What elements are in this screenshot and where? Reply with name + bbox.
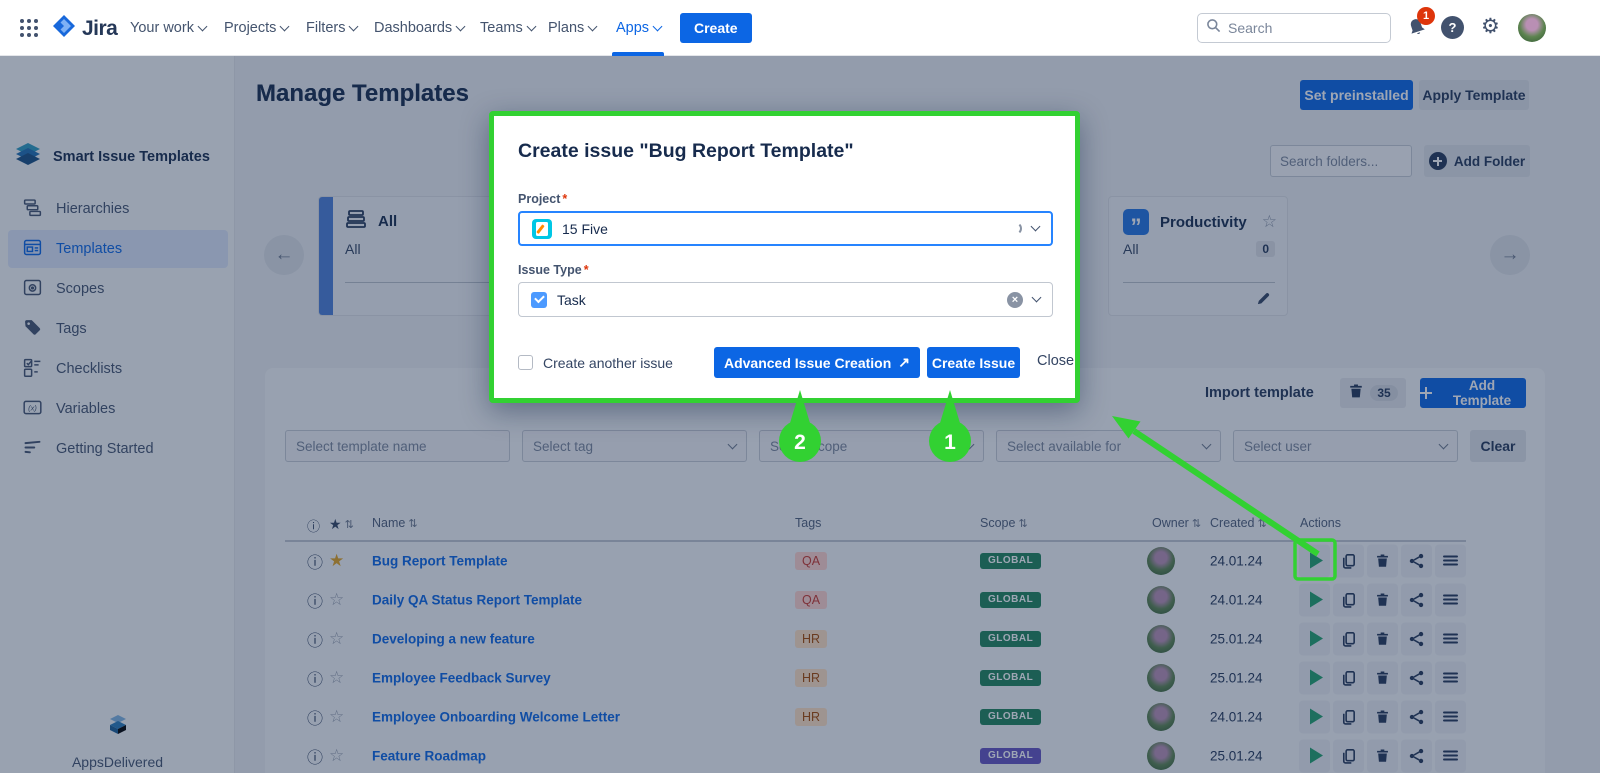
modal-title: Create issue "Bug Report Template" xyxy=(518,140,854,163)
chevron-down-icon xyxy=(198,21,208,31)
create-button[interactable]: Create xyxy=(680,13,752,43)
project-avatar-icon xyxy=(532,219,552,239)
settings-gear-icon[interactable]: ⚙ xyxy=(1481,14,1500,39)
chevron-down-icon xyxy=(1031,222,1041,232)
create-issue-button[interactable]: Create Issue xyxy=(927,347,1020,378)
top-navigation: Jira Your work Projects Filters Dashboar… xyxy=(0,0,1600,56)
chevron-down-icon xyxy=(280,21,290,31)
jira-logo-text: Jira xyxy=(82,17,117,41)
chevron-down-icon xyxy=(456,21,466,31)
search-icon xyxy=(1206,18,1221,38)
jira-logo-icon xyxy=(52,14,76,43)
global-search[interactable] xyxy=(1197,13,1391,43)
nav-apps-active-indicator xyxy=(612,52,664,56)
close-button[interactable]: Close xyxy=(1037,353,1074,369)
chevron-down-icon xyxy=(526,21,536,31)
user-avatar[interactable] xyxy=(1518,14,1546,42)
create-another-label: Create another issue xyxy=(543,355,673,371)
chevron-down-icon xyxy=(653,21,663,31)
issue-type-field-label: Issue Type* xyxy=(518,263,589,277)
nav-projects[interactable]: Projects xyxy=(224,0,288,56)
issue-type-select[interactable]: Task × xyxy=(518,282,1053,317)
help-icon[interactable]: ? xyxy=(1441,16,1464,39)
notification-badge: 1 xyxy=(1417,7,1435,25)
nav-plans[interactable]: Plans xyxy=(548,0,596,56)
search-input[interactable] xyxy=(1228,20,1368,36)
jira-logo[interactable]: Jira xyxy=(52,14,117,43)
nav-apps[interactable]: Apps xyxy=(616,0,661,56)
jira-app: Jira Your work Projects Filters Dashboar… xyxy=(0,0,1600,773)
create-another-checkbox[interactable] xyxy=(518,355,533,370)
loading-spinner-icon xyxy=(1009,222,1022,235)
chevron-down-icon xyxy=(588,21,598,31)
project-select[interactable]: 15 Five xyxy=(518,211,1053,246)
chevron-down-icon xyxy=(1032,293,1042,303)
task-type-icon xyxy=(531,292,547,308)
notifications-bell-icon[interactable]: 1 xyxy=(1405,16,1431,42)
nav-your-work[interactable]: Your work xyxy=(130,0,206,56)
create-issue-modal: Create issue "Bug Report Template" Proje… xyxy=(489,111,1080,403)
issue-type-value: Task xyxy=(557,292,997,308)
chevron-down-icon xyxy=(349,21,359,31)
project-value: 15 Five xyxy=(562,221,999,237)
project-field-label: Project* xyxy=(518,192,567,206)
nav-teams[interactable]: Teams xyxy=(480,0,535,56)
external-link-icon: ↗ xyxy=(898,354,910,371)
required-asterisk: * xyxy=(562,192,567,206)
app-switcher-icon[interactable] xyxy=(18,17,40,39)
nav-dashboards[interactable]: Dashboards xyxy=(374,0,464,56)
nav-filters[interactable]: Filters xyxy=(306,0,357,56)
modal-footer: Create another issue Advanced Issue Crea… xyxy=(518,347,1053,378)
required-asterisk: * xyxy=(584,263,589,277)
advanced-issue-creation-button[interactable]: Advanced Issue Creation ↗ xyxy=(714,347,920,378)
clear-selection-icon[interactable]: × xyxy=(1007,292,1023,308)
